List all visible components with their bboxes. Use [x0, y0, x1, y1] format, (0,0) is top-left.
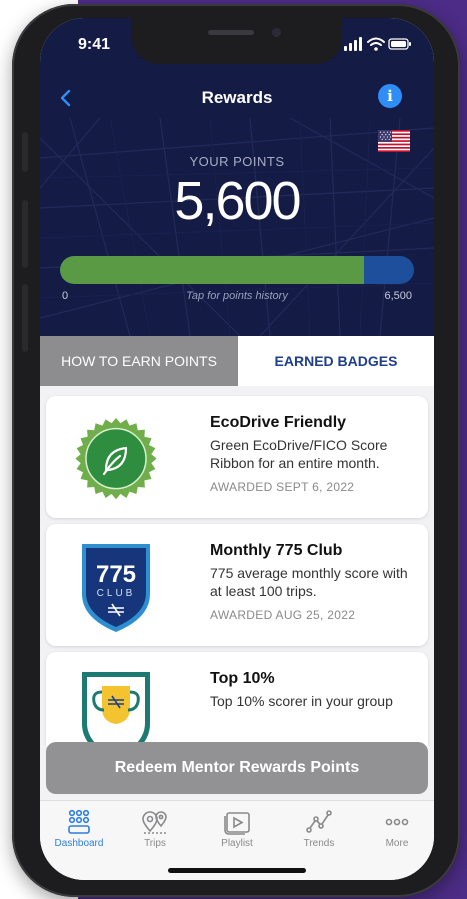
badge-description: Green EcoDrive/FICO Score Ribbon for an … [210, 437, 388, 471]
redeem-points-button[interactable]: Redeem Mentor Rewards Points [46, 742, 428, 794]
playlist-icon [224, 812, 250, 835]
775-club-shield-icon: 775 CLUB [82, 544, 150, 632]
trips-icon [142, 811, 167, 834]
mute-switch [22, 132, 28, 172]
signal-icon [344, 37, 362, 51]
points-progress-fill [60, 256, 365, 284]
home-indicator[interactable] [168, 868, 306, 873]
status-icons [344, 37, 411, 51]
wifi-icon [367, 37, 385, 46]
badge-card[interactable]: 775 CLUB Monthly 775 Club 775 average mo… [46, 524, 428, 646]
phone-screen: 9:41 Rewards i YOUR POINTS 5,600 0 Tap f… [40, 18, 434, 880]
points-header[interactable]: 9:41 Rewards i YOUR POINTS 5,600 0 Tap f… [40, 18, 434, 336]
nav-bar: Rewards i [40, 80, 434, 120]
badge-card[interactable]: EcoDrive Friendly Green EcoDrive/FICO Sc… [46, 396, 428, 518]
info-button[interactable]: i [378, 84, 402, 108]
badge-title: Monthly 775 Club [210, 542, 343, 559]
badge-title: EcoDrive Friendly [210, 414, 347, 431]
notch [132, 18, 342, 64]
tab-trips[interactable]: Trips [120, 809, 190, 849]
badge-description: 775 average monthly score with at least … [210, 565, 408, 599]
volume-up-button [22, 200, 28, 268]
tab-playlist[interactable]: Playlist [202, 809, 272, 849]
more-icon [385, 818, 409, 826]
tab-how-to-earn-points[interactable]: HOW TO EARN POINTS [40, 336, 238, 386]
page-title: Rewards [201, 88, 273, 107]
badge-card[interactable]: Top 10% Top 10% scorer in your group [46, 652, 428, 746]
front-camera [272, 28, 281, 37]
badge-awarded-date: AWARDED SEPT 6, 2022 [210, 480, 355, 494]
trends-icon [306, 810, 332, 833]
dashboard-icon [68, 809, 90, 834]
badge-awarded-date: AWARDED AUG 25, 2022 [210, 608, 356, 622]
badge-list[interactable]: EcoDrive Friendly Green EcoDrive/FICO Sc… [40, 386, 434, 746]
speaker [208, 30, 254, 35]
tab-trends[interactable]: Trends [284, 809, 354, 849]
battery-icon [388, 38, 411, 50]
points-progress-bar[interactable] [60, 256, 414, 284]
us-flag-icon[interactable] [378, 130, 410, 152]
progress-max-label: 6,500 [384, 290, 412, 302]
volume-down-button [22, 284, 28, 352]
tab-more[interactable]: More [362, 809, 432, 849]
badge-word: CLUB [97, 588, 136, 599]
tab-label: Playlist [221, 838, 253, 849]
points-history-hint[interactable]: Tap for points history [40, 290, 434, 302]
tab-label: Dashboard [54, 838, 104, 849]
badge-title: Top 10% [210, 670, 275, 687]
badge-description: Top 10% scorer in your group [210, 693, 393, 709]
tab-earned-badges[interactable]: EARNED BADGES [238, 336, 434, 386]
status-time: 9:41 [78, 36, 111, 53]
points-value: 5,600 [174, 171, 301, 231]
segmented-tabs: HOW TO EARN POINTS EARNED BADGES [40, 336, 434, 386]
tab-dashboard[interactable]: Dashboard [44, 809, 114, 849]
trophy-badge-icon [82, 672, 150, 746]
leaf-badge-icon [75, 418, 157, 500]
points-label: YOUR POINTS [189, 154, 285, 169]
badge-number: 775 [96, 561, 136, 588]
tab-label: More [385, 838, 409, 849]
info-icon: i [387, 87, 393, 105]
tab-label: Trends [303, 838, 335, 849]
tab-label: Trips [144, 838, 166, 849]
